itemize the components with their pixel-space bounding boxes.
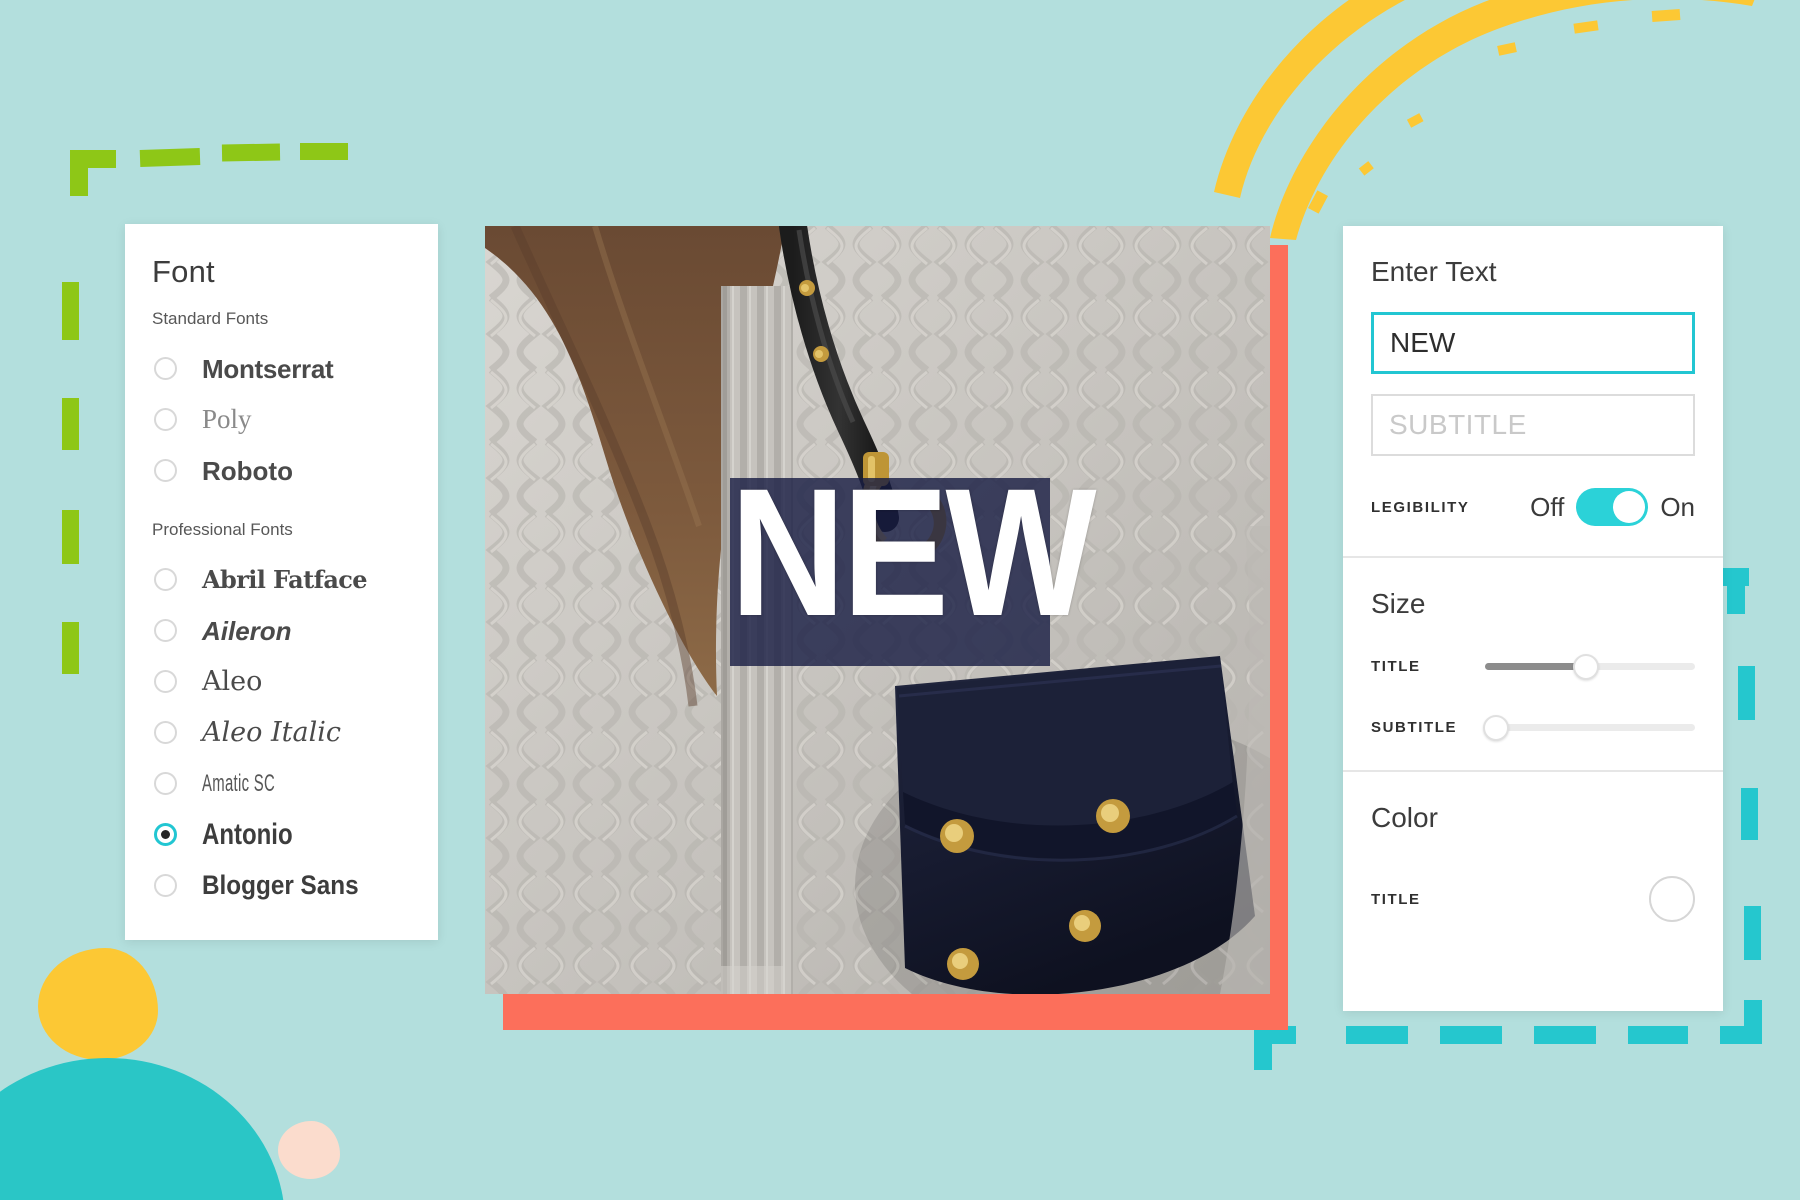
radio-icon[interactable] bbox=[154, 772, 177, 795]
font-panel-title: Font bbox=[152, 254, 215, 289]
title-size-slider-row: TITLE bbox=[1371, 653, 1695, 680]
subtitle-text-input[interactable]: SUBTITLE bbox=[1371, 394, 1695, 456]
title-color-row: TITLE bbox=[1371, 876, 1695, 922]
color-title: Color bbox=[1371, 802, 1438, 833]
font-option-label: Poly bbox=[202, 404, 252, 434]
toggle-knob bbox=[1613, 491, 1646, 523]
font-option-montserrat[interactable]: Montserrat bbox=[125, 343, 438, 394]
enter-text-title: Enter Text bbox=[1371, 256, 1497, 287]
font-option-roboto[interactable]: Roboto bbox=[125, 445, 438, 496]
legibility-on-label: On bbox=[1660, 491, 1695, 522]
image-preview[interactable]: NEW bbox=[485, 226, 1270, 994]
legibility-toggle[interactable] bbox=[1576, 488, 1649, 526]
slider-thumb[interactable] bbox=[1572, 653, 1599, 680]
title-color-label: TITLE bbox=[1371, 890, 1421, 908]
subtitle-size-slider[interactable] bbox=[1482, 714, 1695, 741]
title-size-slider[interactable] bbox=[1485, 653, 1695, 680]
title-text-value: NEW bbox=[1390, 327, 1456, 358]
font-panel: Font Standard Fonts Montserrat Poly Robo… bbox=[125, 224, 438, 940]
enter-text-section: Enter Text NEW SUBTITLE LEGIBILITY Off O… bbox=[1343, 226, 1723, 556]
teal-circle-decoration bbox=[0, 1058, 285, 1200]
font-option-blogger-sans[interactable]: Blogger Sans bbox=[125, 860, 438, 911]
peach-blob-decoration bbox=[278, 1121, 340, 1179]
font-option-label: Roboto bbox=[202, 455, 293, 486]
legibility-row: LEGIBILITY Off On bbox=[1371, 488, 1695, 556]
font-group-label-professional: Professional Fonts bbox=[152, 520, 293, 539]
font-option-antonio[interactable]: Antonio bbox=[125, 809, 438, 860]
font-option-label: Blogger Sans bbox=[202, 870, 359, 900]
radio-icon[interactable] bbox=[154, 568, 177, 591]
font-radio-group-standard: Montserrat Poly Roboto bbox=[125, 343, 438, 496]
subtitle-size-slider-row: SUBTITLE bbox=[1371, 714, 1695, 741]
font-option-aileron[interactable]: Aileron bbox=[125, 605, 438, 656]
radio-icon[interactable] bbox=[154, 459, 177, 482]
legibility-label: LEGIBILITY bbox=[1371, 498, 1470, 516]
editor-canvas: Font Standard Fonts Montserrat Poly Robo… bbox=[0, 0, 1800, 1200]
title-text-input[interactable]: NEW bbox=[1371, 312, 1695, 374]
size-title: Size bbox=[1371, 588, 1426, 619]
legibility-off-label: Off bbox=[1530, 491, 1565, 522]
font-option-label: Montserrat bbox=[202, 353, 334, 384]
font-option-label: Abril Fatface bbox=[202, 564, 368, 594]
slider-fill bbox=[1485, 663, 1586, 670]
subtitle-size-label: SUBTITLE bbox=[1371, 719, 1458, 736]
preview-title-text[interactable]: NEW bbox=[730, 461, 1097, 643]
radio-icon[interactable] bbox=[154, 408, 177, 431]
radio-icon[interactable] bbox=[154, 619, 177, 642]
font-option-label: Aleo bbox=[202, 666, 263, 697]
title-size-label: TITLE bbox=[1371, 658, 1421, 675]
font-option-label: Aileron bbox=[202, 615, 292, 646]
radio-icon[interactable] bbox=[154, 874, 177, 897]
radio-icon[interactable] bbox=[154, 357, 177, 380]
font-option-abril-fatface[interactable]: Abril Fatface bbox=[125, 554, 438, 605]
font-option-label: Amatic SC bbox=[202, 769, 276, 797]
settings-panel: Enter Text NEW SUBTITLE LEGIBILITY Off O… bbox=[1343, 226, 1723, 1011]
radio-icon-selected[interactable] bbox=[154, 823, 177, 846]
radio-icon[interactable] bbox=[154, 721, 177, 744]
subtitle-placeholder: SUBTITLE bbox=[1389, 409, 1527, 440]
font-option-aleo[interactable]: Aleo bbox=[125, 656, 438, 707]
font-option-aleo-italic[interactable]: Aleo Italic bbox=[125, 707, 438, 758]
radio-icon[interactable] bbox=[154, 670, 177, 693]
title-color-swatch[interactable] bbox=[1649, 876, 1695, 922]
size-section: Size TITLE SUBTITLE bbox=[1343, 558, 1723, 770]
font-option-label: Antonio bbox=[202, 817, 293, 851]
color-section: Color TITLE bbox=[1343, 772, 1723, 922]
font-group-label-standard: Standard Fonts bbox=[152, 309, 269, 328]
yellow-blob-decoration bbox=[38, 948, 158, 1060]
font-option-label: Aleo Italic bbox=[202, 717, 341, 748]
font-option-amatic-sc[interactable]: Amatic SC bbox=[125, 758, 438, 809]
font-option-poly[interactable]: Poly bbox=[125, 394, 438, 445]
font-radio-group-professional: Abril Fatface Aileron Aleo Aleo Italic A… bbox=[125, 554, 438, 911]
yellow-brush-strokes-decoration bbox=[1214, 0, 1755, 240]
slider-thumb[interactable] bbox=[1482, 714, 1509, 741]
